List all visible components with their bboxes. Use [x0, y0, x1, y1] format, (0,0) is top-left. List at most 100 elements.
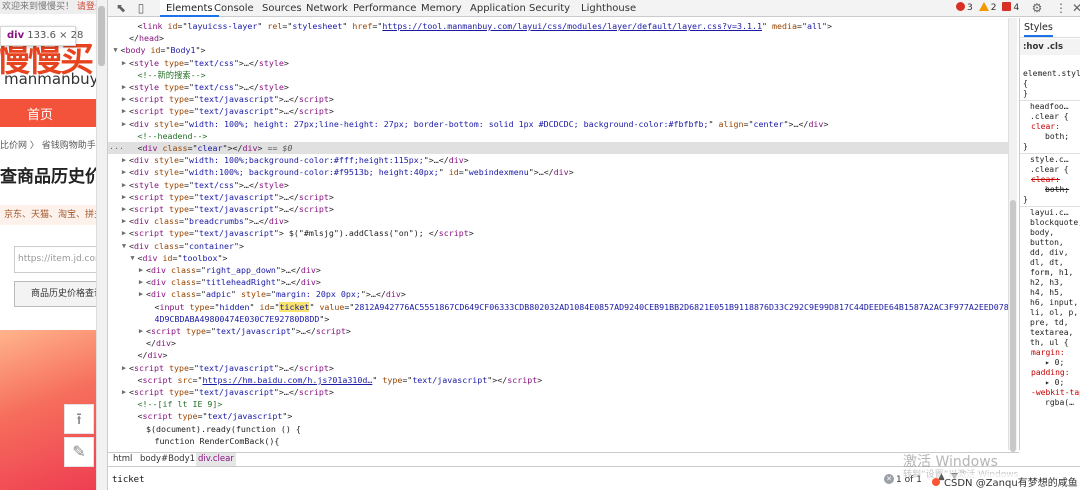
collapse-arrow-icon[interactable]: ▼	[112, 44, 120, 56]
style-rule-selector[interactable]: pre, td,	[1030, 318, 1069, 328]
back-to-top-icon[interactable]: ⭱	[64, 404, 94, 434]
expand-arrow-icon[interactable]: ▶	[120, 81, 128, 93]
tab-performance[interactable]: Performance	[353, 0, 416, 17]
style-prop-value[interactable]: ▸ 0;	[1045, 358, 1064, 368]
style-prop-name[interactable]: padding:	[1031, 368, 1070, 378]
style-rule-selector[interactable]: .clear {	[1030, 165, 1069, 175]
dom-node[interactable]: </div>	[108, 337, 1008, 349]
dom-node[interactable]: ▶ <style type="text/css">…</style>	[108, 57, 1008, 69]
dom-node[interactable]: <!--新的搜索-->	[108, 69, 1008, 81]
style-rule-selector[interactable]: dl, dt,	[1030, 258, 1064, 268]
dom-node[interactable]: <!--headend-->	[108, 130, 1008, 142]
expand-arrow-icon[interactable]: ▶	[120, 203, 128, 215]
expand-arrow-icon[interactable]: ▶	[120, 105, 128, 117]
dom-node[interactable]: ▶ <div class="adpic" style="margin: 20px …	[108, 288, 1008, 300]
expand-arrow-icon[interactable]: ▶	[120, 118, 128, 130]
markup-token[interactable]: https://tool.manmanbuy.com/layui/css/mod…	[382, 21, 762, 31]
expand-arrow-icon[interactable]: ▶	[137, 264, 145, 276]
settings-gear-icon[interactable]: ⚙	[1030, 1, 1044, 15]
page-scrollbar-thumb[interactable]	[98, 6, 105, 66]
style-rule-selector[interactable]: blockquote,	[1030, 218, 1080, 228]
expand-arrow-icon[interactable]: ▶	[137, 288, 145, 300]
style-rule-selector[interactable]: textarea,	[1030, 328, 1073, 338]
style-rule-selector[interactable]: style.c…	[1030, 155, 1069, 165]
dom-node[interactable]: ▶ <script type="text/javascript">…</scrip…	[108, 325, 1008, 337]
dom-node[interactable]: ▶ <script type="text/javascript">…</scrip…	[108, 362, 1008, 374]
expand-arrow-icon[interactable]: ▶	[137, 276, 145, 288]
crumb-body[interactable]: body#Body1	[140, 453, 195, 466]
dom-node[interactable]: ▶ <style type="text/css">…</style>	[108, 81, 1008, 93]
inspect-element-icon[interactable]: ⬉	[114, 1, 128, 15]
tab-sources[interactable]: Sources	[262, 0, 302, 17]
style-rule-selector[interactable]: dd, div,	[1030, 248, 1069, 258]
expand-arrow-icon[interactable]: ▶	[120, 154, 128, 166]
expand-arrow-icon[interactable]: ▶	[137, 325, 145, 337]
dom-node[interactable]: $(document).ready(function () {	[108, 423, 1008, 435]
dom-node[interactable]: 4D9CBDABA49800474E030C7E92780D8DD">	[108, 313, 1008, 325]
expand-arrow-icon[interactable]: ▶	[120, 179, 128, 191]
tab-network[interactable]: Network	[306, 0, 348, 17]
style-prop-value[interactable]: ▸ 0;	[1045, 378, 1064, 388]
style-rule-selector[interactable]: li, ol, p,	[1030, 308, 1078, 318]
dom-node[interactable]: function RenderComBack(){	[108, 435, 1008, 447]
dom-node[interactable]: <script type="text/javascript">	[108, 410, 1008, 422]
feedback-edit-icon[interactable]: ✎	[64, 437, 94, 467]
style-rule-close[interactable]: }	[1023, 89, 1028, 99]
dom-node[interactable]: ▶ <script type="text/javascript">…</scrip…	[108, 203, 1008, 215]
style-rule-selector[interactable]: headfoo…	[1030, 102, 1069, 112]
dom-tree[interactable]: <link id="layuicss-layer" rel="styleshee…	[108, 18, 1008, 450]
dom-node[interactable]: if($(window).width()<=1290){	[108, 447, 1008, 450]
dom-node[interactable]: ▶ <div style="width:100%; background-colo…	[108, 166, 1008, 178]
style-prop-name[interactable]: -webkit-tap-highlight-color:	[1031, 388, 1080, 398]
style-prop-value[interactable]: both;	[1045, 185, 1069, 195]
crumb-html[interactable]: html	[113, 453, 132, 466]
dom-node-selected[interactable]: ··· <div class="clear"></div> == $0	[108, 142, 1008, 155]
dom-node[interactable]: </head>	[108, 32, 1008, 44]
style-prop-name[interactable]: clear:	[1031, 175, 1060, 185]
style-prop-value[interactable]: rgba(…	[1045, 398, 1074, 408]
dom-search-input[interactable]: ticket	[112, 473, 872, 487]
dom-node[interactable]: ▶ <script type="text/javascript">…</scrip…	[108, 191, 1008, 203]
page-scrollbar[interactable]	[96, 0, 107, 490]
dom-node[interactable]: ▶ <script type="text/javascript"> $("#mls…	[108, 227, 1008, 239]
nav-home-link[interactable]: 首页	[27, 104, 53, 123]
collapse-arrow-icon[interactable]: ▼	[129, 252, 137, 264]
style-prop-name[interactable]: clear:	[1031, 122, 1060, 132]
expand-arrow-icon[interactable]: ▶	[120, 386, 128, 398]
style-rule-selector[interactable]: button,	[1030, 238, 1064, 248]
style-rule-selector[interactable]: h4, h5,	[1030, 288, 1064, 298]
dom-tree-scrollbar-thumb[interactable]	[1010, 200, 1016, 452]
expand-arrow-icon[interactable]: ▶	[120, 93, 128, 105]
tab-security[interactable]: Security	[529, 0, 570, 17]
dom-node[interactable]: <input type="hidden" id="ticket" value="…	[108, 301, 1008, 313]
dom-node[interactable]: ▶ <script type="text/javascript">…</scrip…	[108, 93, 1008, 105]
styles-filter-bar[interactable]: :hov .cls	[1020, 39, 1080, 55]
style-rule-selector[interactable]: th, ul {	[1030, 338, 1069, 348]
expand-arrow-icon[interactable]: ▶	[120, 57, 128, 69]
style-rule-selector[interactable]: {	[1023, 79, 1028, 89]
style-rule-close[interactable]: }	[1023, 142, 1028, 152]
expand-arrow-icon[interactable]: ▶	[120, 227, 128, 239]
style-rule-selector[interactable]: layui.c…	[1030, 208, 1069, 218]
more-options-icon[interactable]: ⋮	[1054, 1, 1068, 15]
tab-memory[interactable]: Memory	[421, 0, 462, 17]
dom-node[interactable]: ▶ <style type="text/css">…</style>	[108, 179, 1008, 191]
clear-search-icon[interactable]: ✕	[884, 474, 894, 484]
dom-node[interactable]: <!--[if lt IE 9]>	[108, 398, 1008, 410]
product-url-input[interactable]: https://item.jd.com	[14, 246, 100, 273]
style-rule-selector[interactable]: .clear {	[1030, 112, 1069, 122]
collapse-arrow-icon[interactable]: ▼	[120, 240, 128, 252]
price-history-query-button[interactable]: 商品历史价格查询	[14, 281, 100, 307]
style-rule-close[interactable]: }	[1023, 195, 1028, 205]
expand-arrow-icon[interactable]: ▶	[120, 191, 128, 203]
style-rule-selector[interactable]: body,	[1030, 228, 1054, 238]
tab-lighthouse[interactable]: Lighthouse	[581, 0, 636, 17]
crumb-div-clear[interactable]: div.clear	[196, 453, 236, 466]
dom-node[interactable]: ▼ <div id="toolbox">	[108, 252, 1008, 264]
style-prop-value[interactable]: both;	[1045, 132, 1069, 142]
expand-arrow-icon[interactable]: ▶	[120, 215, 128, 227]
tab-elements[interactable]: Elements	[160, 0, 219, 17]
site-breadcrumb[interactable]: 比价网 〉 省钱购物助手	[0, 138, 96, 151]
dom-node[interactable]: ▼ <div class="container">	[108, 240, 1008, 252]
dom-node[interactable]: <script src="https://hm.baidu.com/h.js?0…	[108, 374, 1008, 386]
